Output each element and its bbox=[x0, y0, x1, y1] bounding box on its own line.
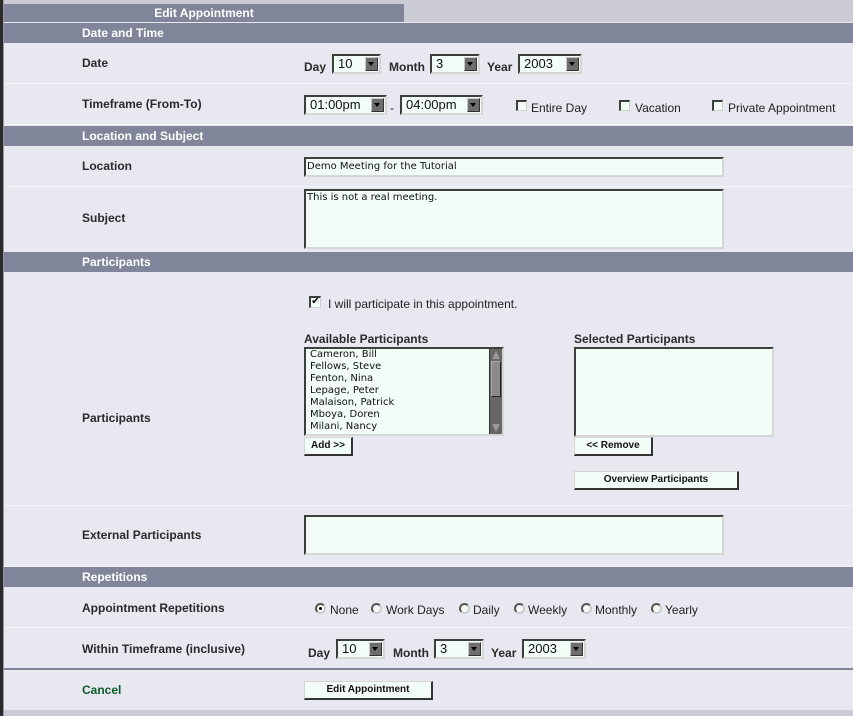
entire-day-label: Entire Day bbox=[531, 101, 588, 115]
timeframe-label: Timeframe (From-To) bbox=[82, 97, 202, 111]
available-participant-item[interactable]: Milani, Nancy bbox=[306, 421, 502, 433]
date-row: Date Day 10 Month 3 Year 2003 bbox=[4, 43, 853, 84]
available-participant-item[interactable]: Lepage, Peter bbox=[306, 385, 502, 397]
section-date-time: Date and Time bbox=[4, 23, 853, 43]
participants-row: Participants ✔ I will participate in thi… bbox=[4, 272, 853, 506]
subject-row: Subject This is not a real meeting. bbox=[4, 187, 853, 253]
within-timeframe-row: Within Timeframe (inclusive) Day 10 Mont… bbox=[4, 628, 853, 670]
remove-participant-button[interactable]: << Remove bbox=[574, 437, 653, 456]
appointment-repetitions-label: Appointment Repetitions bbox=[82, 601, 225, 615]
scroll-thumb[interactable] bbox=[491, 361, 501, 397]
participants-label: Participants bbox=[82, 411, 151, 425]
repetitions-row: Appointment Repetitions None Work Days Dai… bbox=[4, 587, 853, 628]
repetition-label: Weekly bbox=[528, 603, 568, 617]
chevron-down-icon[interactable] bbox=[566, 57, 579, 71]
self-participate-label: I will participate in this appointment. bbox=[328, 297, 518, 311]
chevron-down-icon[interactable] bbox=[371, 98, 384, 112]
private-appointment-label: Private Appointment bbox=[728, 101, 836, 115]
month-label: Month bbox=[389, 60, 425, 74]
repetition-label: None bbox=[330, 603, 359, 617]
repetition-radio-work-days[interactable] bbox=[371, 603, 382, 614]
within-month-value: 3 bbox=[440, 641, 448, 656]
available-participant-item[interactable]: Malaison, Patrick bbox=[306, 397, 502, 409]
window-left-border bbox=[0, 0, 4, 716]
day-select-value: 10 bbox=[338, 56, 353, 71]
time-to-value: 04:00pm bbox=[406, 97, 457, 112]
within-year-select[interactable]: 2003 bbox=[522, 639, 586, 659]
within-day-select[interactable]: 10 bbox=[336, 639, 385, 659]
section-repetitions: Repetitions bbox=[4, 567, 853, 587]
location-label: Location bbox=[82, 159, 132, 173]
available-participants-title: Available Participants bbox=[304, 332, 429, 346]
subject-textarea[interactable]: This is not a real meeting. bbox=[304, 189, 724, 249]
available-participants-list[interactable]: Cameron, Bill Fellows, Steve Fenton, Nina L… bbox=[304, 347, 504, 436]
external-participants-label: External Participants bbox=[82, 528, 202, 542]
available-participant-item[interactable]: Fellows, Steve bbox=[306, 361, 502, 373]
chevron-down-icon[interactable] bbox=[365, 57, 378, 71]
repetition-radio-weekly[interactable] bbox=[514, 603, 525, 614]
scroll-up-icon[interactable] bbox=[492, 351, 500, 359]
subject-label: Subject bbox=[82, 211, 126, 225]
location-input[interactable]: Demo Meeting for the Tutorial bbox=[304, 157, 724, 177]
page-title: Edit Appointment bbox=[4, 4, 404, 22]
within-year-label: Year bbox=[491, 646, 517, 660]
selected-participants-title: Selected Participants bbox=[574, 332, 696, 346]
external-participants-textarea[interactable] bbox=[304, 515, 724, 555]
year-label: Year bbox=[487, 60, 513, 74]
overview-participants-button[interactable]: Overview Participants bbox=[574, 471, 739, 490]
year-select[interactable]: 2003 bbox=[518, 54, 582, 74]
vacation-label: Vacation bbox=[635, 101, 681, 115]
available-participant-item[interactable]: Mboya, Doren bbox=[306, 409, 502, 421]
section-location-subject: Location and Subject bbox=[4, 126, 853, 146]
chevron-down-icon[interactable] bbox=[467, 98, 480, 112]
repetition-radio-none[interactable] bbox=[315, 603, 326, 614]
add-participant-button[interactable]: Add >> bbox=[304, 437, 353, 456]
repetition-radio-daily[interactable] bbox=[459, 603, 470, 614]
within-month-label: Month bbox=[393, 646, 429, 660]
time-separator: - bbox=[390, 101, 394, 115]
time-to-select[interactable]: 04:00pm bbox=[400, 95, 483, 115]
time-from-select[interactable]: 01:00pm bbox=[304, 95, 387, 115]
month-select[interactable]: 3 bbox=[430, 54, 480, 74]
repetition-label: Yearly bbox=[665, 603, 698, 617]
available-list-scrollbar[interactable] bbox=[489, 349, 502, 434]
within-day-label: Day bbox=[308, 646, 331, 660]
year-select-value: 2003 bbox=[524, 56, 553, 71]
scroll-down-icon[interactable] bbox=[492, 424, 500, 432]
self-participate-checkbox[interactable]: ✔ bbox=[309, 296, 321, 308]
actions-row: Cancel Edit Appointment bbox=[4, 670, 853, 710]
chevron-down-icon[interactable] bbox=[570, 642, 583, 656]
location-row: Location Demo Meeting for the Tutorial bbox=[4, 146, 853, 187]
chevron-down-icon[interactable] bbox=[369, 642, 382, 656]
date-label: Date bbox=[82, 56, 109, 70]
timeframe-row: Timeframe (From-To) 01:00pm - 04:00pm En… bbox=[4, 84, 853, 125]
day-select[interactable]: 10 bbox=[332, 54, 381, 74]
external-participants-row: External Participants bbox=[4, 506, 853, 567]
repetition-label: Monthly bbox=[595, 603, 638, 617]
section-participants: Participants bbox=[4, 252, 853, 272]
available-participant-item[interactable]: Cameron, Bill bbox=[306, 349, 502, 361]
checkmark-icon: ✔ bbox=[311, 296, 320, 307]
within-month-select[interactable]: 3 bbox=[434, 639, 484, 659]
within-year-value: 2003 bbox=[528, 641, 557, 656]
month-select-value: 3 bbox=[436, 56, 444, 71]
available-participant-item[interactable]: Fenton, Nina bbox=[306, 373, 502, 385]
repetition-label: Work Days bbox=[386, 603, 445, 617]
private-appointment-checkbox[interactable] bbox=[712, 100, 723, 111]
repetition-label: Daily bbox=[473, 603, 500, 617]
bottom-strip bbox=[4, 710, 853, 716]
chevron-down-icon[interactable] bbox=[464, 57, 477, 71]
cancel-link[interactable]: Cancel bbox=[82, 683, 121, 697]
vacation-checkbox[interactable] bbox=[619, 100, 630, 111]
within-day-value: 10 bbox=[342, 641, 357, 656]
repetition-radio-yearly[interactable] bbox=[651, 603, 662, 614]
within-timeframe-label: Within Timeframe (inclusive) bbox=[82, 642, 246, 656]
selected-participants-list[interactable] bbox=[574, 347, 774, 437]
chevron-down-icon[interactable] bbox=[468, 642, 481, 656]
entire-day-checkbox[interactable] bbox=[516, 100, 527, 111]
time-from-value: 01:00pm bbox=[310, 97, 361, 112]
day-label: Day bbox=[304, 60, 327, 74]
repetition-radio-monthly[interactable] bbox=[581, 603, 592, 614]
edit-appointment-button[interactable]: Edit Appointment bbox=[304, 681, 433, 700]
